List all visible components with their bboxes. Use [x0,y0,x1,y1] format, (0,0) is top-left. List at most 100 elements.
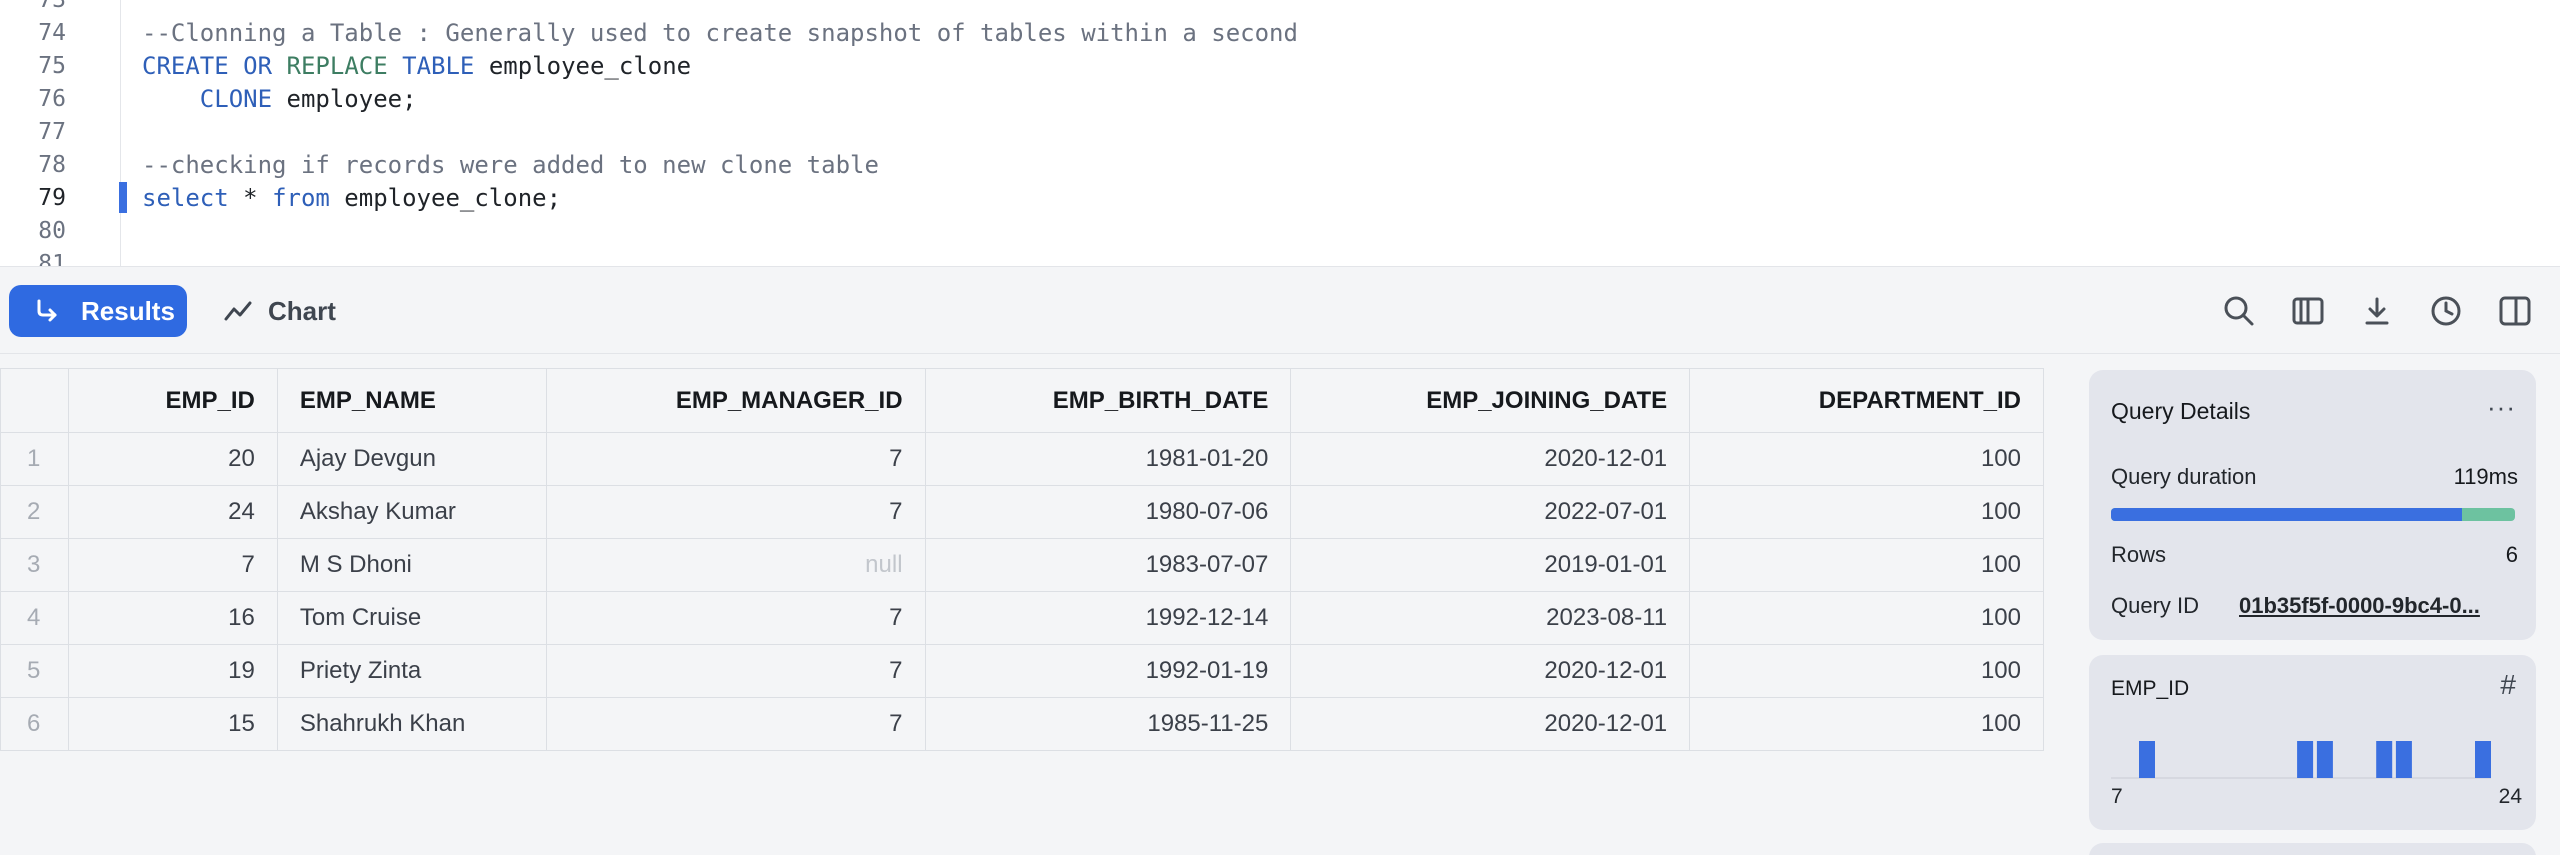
table-row[interactable]: 5 19 Priety Zinta 7 1992-01-19 2020-12-01 100 [0,644,2044,698]
search-icon[interactable] [2221,293,2257,329]
code-line[interactable]: 79 select * from employee_clone; [0,182,2560,215]
code-line[interactable]: 78 --checking if records were added to ne… [0,149,2560,182]
table-cell[interactable]: 100 [1689,538,2044,592]
row-number: 6 [0,697,69,751]
code-comment: --Clonning a Table : Generally used to c… [142,19,1298,47]
table-cell[interactable]: 15 [67,697,278,751]
table-cell[interactable]: Akshay Kumar [276,485,547,539]
line-number: 73 [38,0,66,13]
table-cell[interactable]: 2022-07-01 [1290,485,1691,539]
table-cell[interactable]: 100 [1689,485,2044,539]
chart-tab[interactable]: Chart [214,285,364,337]
code-text: --Clonning a Table : Generally used to c… [142,17,1298,50]
row-number: 2 [0,485,69,539]
code-line[interactable]: 80 [0,215,2560,248]
table-cell[interactable]: Shahrukh Khan [276,697,547,751]
histogram-bar [2297,741,2314,778]
code-line[interactable]: 74 --Clonning a Table : Generally used to… [0,17,2560,50]
table-cell[interactable]: 1992-01-19 [924,644,1292,698]
table-cell[interactable]: 2019-01-01 [1290,538,1691,592]
column-header[interactable]: DEPARTMENT_ID [1689,368,2044,433]
query-duration-value: 119ms [2453,464,2518,489]
table-cell[interactable]: 1980-07-06 [924,485,1292,539]
table-cell[interactable]: 1983-07-07 [924,538,1292,592]
results-table: EMP_ID EMP_NAME EMP_MANAGER_ID EMP_BIRTH… [0,368,2044,751]
chart-tab-label: Chart [268,296,336,326]
table-cell[interactable]: 100 [1689,697,2044,751]
table-cell[interactable]: Priety Zinta [276,644,547,698]
column-header[interactable]: EMP_JOINING_DATE [1290,368,1691,433]
code-comment: --checking if records were added to new … [142,151,879,179]
table-row[interactable]: 4 16 Tom Cruise 7 1992-12-14 2023-08-11 100 [0,591,2044,645]
column-histogram [2111,741,2491,779]
code-text: select * from employee_clone; [142,182,561,215]
query-id-link[interactable]: 01b35f5f-0000-9bc4-0... [2239,593,2519,619]
table-cell[interactable]: 20 [67,432,278,486]
column-header[interactable]: EMP_BIRTH_DATE [924,368,1292,433]
code-line[interactable]: 77 [0,116,2560,149]
code-token: employee_clone [474,52,692,80]
split-panel-icon[interactable] [2497,293,2533,329]
next-column-card[interactable] [2089,843,2536,855]
chart-line-icon [224,301,252,321]
table-cell[interactable]: Tom Cruise [276,591,547,645]
table-cell[interactable]: 19 [67,644,278,698]
sql-editor[interactable]: 73 74 --Clonning a Table : Generally used … [0,0,2560,266]
table-row[interactable]: 6 15 Shahrukh Khan 7 1985-11-25 2020-12-01 100 [0,697,2044,751]
table-cell[interactable]: Ajay Devgun [276,432,547,486]
table-cell[interactable]: 1992-12-14 [924,591,1292,645]
code-line[interactable]: 75 CREATE OR REPLACE TABLE employee_clone [0,50,2560,83]
table-row[interactable]: 2 24 Akshay Kumar 7 1980-07-06 2022-07-01 100 [0,485,2044,539]
line-number: 80 [38,218,66,244]
download-icon[interactable] [2359,293,2395,329]
column-stats-name: EMP_ID [2111,677,2190,700]
table-cell[interactable]: 1981-01-20 [924,432,1292,486]
table-row[interactable]: 37M S Dhoni null 1983-07-07 2019-01-01 100 [0,538,2044,592]
table-cell[interactable]: 2020-12-01 [1290,697,1691,751]
numeric-type-icon: # [2500,669,2516,700]
column-header[interactable]: EMP_NAME [276,368,547,433]
code-line[interactable]: 73 [0,0,2560,17]
table-cell[interactable]: 2020-12-01 [1290,432,1691,486]
table-cell[interactable]: 100 [1689,591,2044,645]
histogram-bar [2376,741,2393,778]
table-cell[interactable]: 100 [1689,644,2044,698]
table-cell[interactable]: 7 [545,697,926,751]
table-row[interactable]: 1 20 Ajay Devgun 7 1981-01-20 2020-12-01 100 [0,432,2044,486]
table-cell[interactable]: 7 [545,485,926,539]
histogram-bar [2395,741,2412,778]
table-cell[interactable]: 2023-08-11 [1290,591,1691,645]
rows-label: Rows [2111,542,2167,567]
histogram-bar [2475,741,2491,778]
columns-icon[interactable] [2290,293,2326,329]
results-tab[interactable]: Results [9,285,187,337]
table-cell[interactable]: 7 [545,644,926,698]
table-cell[interactable]: 7 [545,591,926,645]
table-cell[interactable]: null [545,538,926,592]
more-options-icon[interactable]: ··· [2487,392,2516,423]
line-number: 81 [38,251,66,266]
row-number: 4 [0,591,69,645]
table-cell[interactable]: 100 [1689,432,2044,486]
table-cell[interactable]: 1985-11-25 [924,697,1292,751]
code-line[interactable]: 81 [0,248,2560,266]
column-header[interactable]: EMP_ID [67,368,278,433]
table-cell[interactable]: 2020-12-01 [1290,644,1691,698]
table-cell[interactable]: 24 [67,485,278,539]
column-stats-card[interactable]: EMP_ID # 7 24 [2089,655,2536,830]
table-header-row: EMP_ID EMP_NAME EMP_MANAGER_ID EMP_BIRTH… [0,368,2044,433]
table-cell[interactable]: M S Dhoni [276,538,547,592]
histogram-max-label: 24 [2498,785,2522,808]
row-number-header [0,368,69,433]
table-cell[interactable]: 7 [545,432,926,486]
query-duration-bar-fill [2111,508,2463,521]
code-line[interactable]: 76 CLONE employee; [0,83,2560,116]
table-cell[interactable]: 7 [67,538,278,592]
table-cell[interactable]: 16 [67,591,278,645]
column-header[interactable]: EMP_MANAGER_ID [545,368,926,433]
code-keyword: OR [243,52,273,80]
history-icon[interactable] [2428,293,2464,329]
